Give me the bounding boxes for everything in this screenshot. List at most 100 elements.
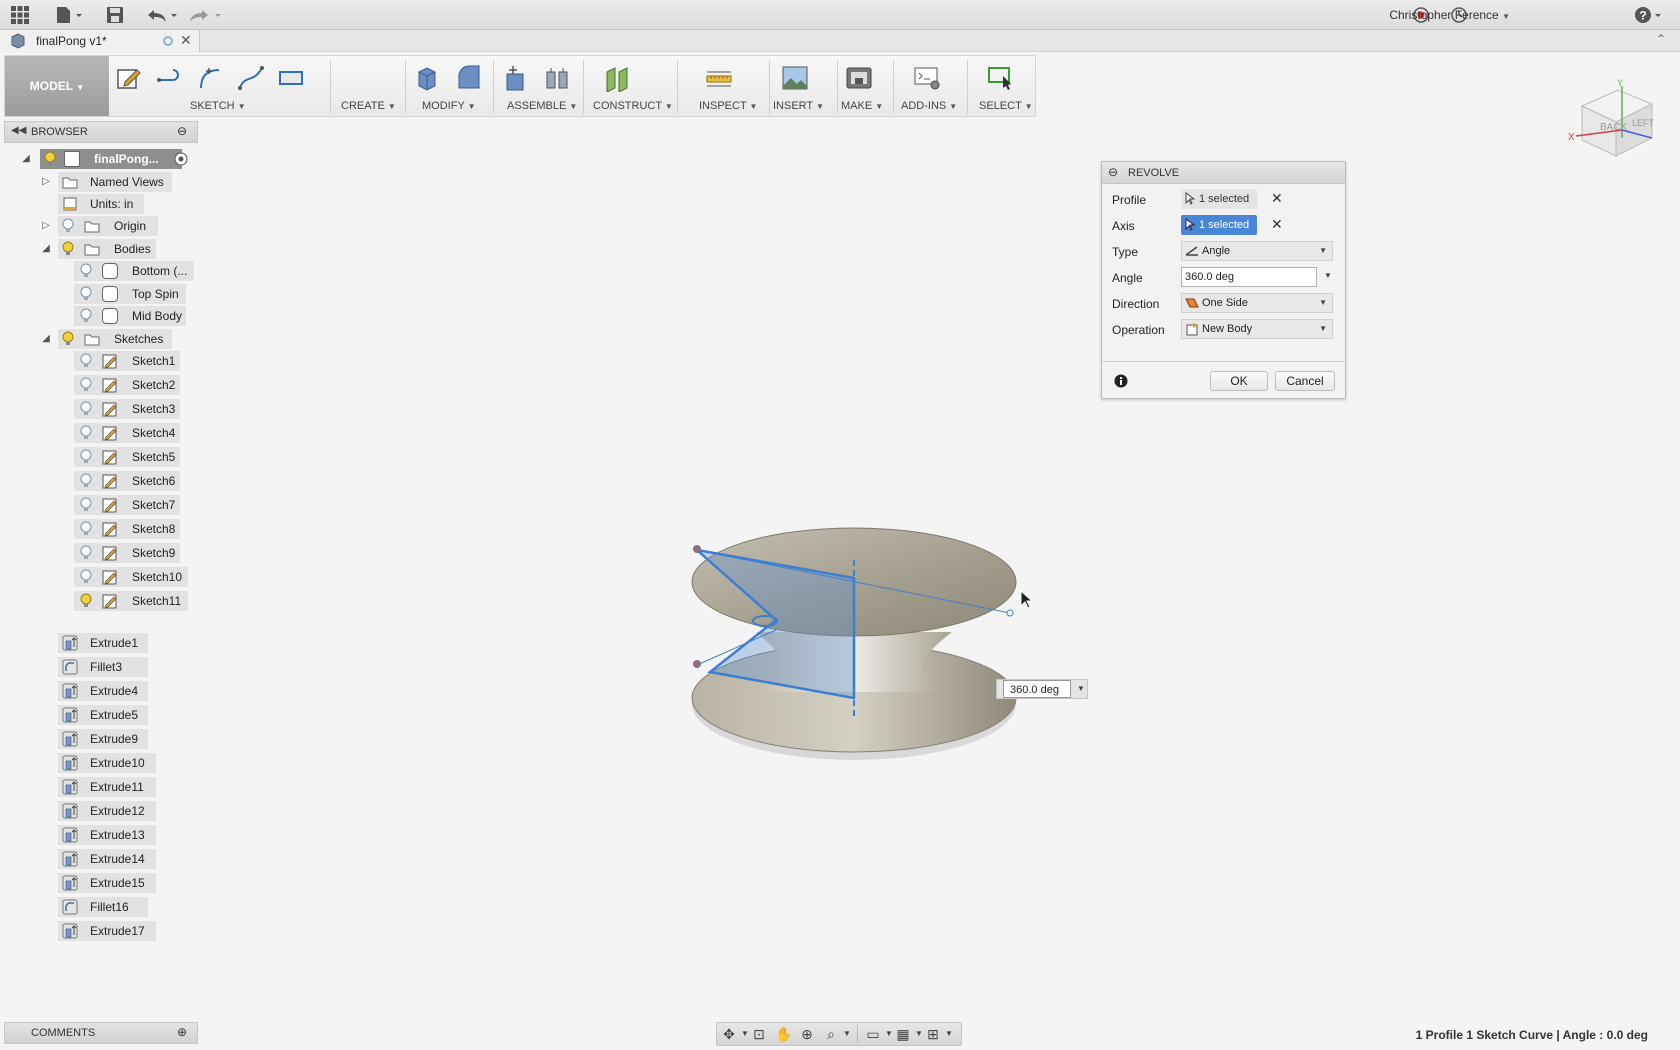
cancel-button[interactable]: Cancel [1275,371,1335,391]
measure-icon[interactable] [705,64,733,92]
tree-sketch-item[interactable]: Sketch7 [74,495,194,515]
expand-triangle-icon[interactable]: ▷ [40,220,52,232]
comments-panel-header[interactable]: COMMENTS ⊕ [4,1022,198,1044]
document-tab[interactable]: finalPong v1* ✕ [0,30,200,52]
lightbulb-on-icon[interactable] [78,593,94,609]
undo-icon[interactable] [146,5,180,25]
fit-icon[interactable]: ⌕ [823,1026,839,1042]
chevron-down-icon[interactable]: ▼ [1077,684,1085,693]
tree-feature-item[interactable]: Fillet16 [58,897,158,917]
tree-sketch-item[interactable]: Sketch3 [74,399,194,419]
grid-icon[interactable]: ▦ [895,1026,911,1042]
orbit-icon[interactable]: ✥ [721,1026,737,1042]
angle-input[interactable]: 360.0 deg [1181,267,1317,287]
tree-sketch-item[interactable]: Sketch8 [74,519,194,539]
new-component-icon[interactable] [501,64,529,92]
insert-group-menu[interactable]: INSERT ▼ [773,100,824,112]
lightbulb-off-icon[interactable] [78,263,94,279]
tree-bodies[interactable]: ◢ Bodies [38,239,198,259]
tree-root[interactable]: ◢ finalPong... [18,149,198,169]
clear-axis-icon[interactable]: ✕ [1271,216,1283,233]
spline-tool-icon[interactable] [237,64,265,92]
lightbulb-off-icon[interactable] [78,308,94,324]
tree-sketch-item[interactable]: Sketch6 [74,471,194,491]
viewports-icon[interactable]: ⊞ [925,1026,941,1042]
profile-select-button[interactable]: 1 selected [1181,189,1257,209]
direction-dropdown[interactable]: One Side ▼ [1181,293,1333,313]
joint-icon[interactable] [543,64,571,92]
collapse-triangle-icon[interactable]: ◢ [40,243,52,255]
redo-icon[interactable] [190,5,224,25]
tree-sketch-item[interactable]: Sketch1 [74,351,194,371]
tree-feature-item[interactable]: Extrude1 [58,633,158,653]
create-group-menu[interactable]: CREATE ▼ [341,100,396,112]
fillet-icon[interactable] [455,64,483,92]
collapse-triangle-icon[interactable]: ◢ [20,153,32,165]
collapse-left-icon[interactable]: ◀◀ [11,125,26,136]
inspect-group-menu[interactable]: INSPECT ▼ [699,100,757,112]
tree-body-item[interactable]: Mid Body [74,306,198,326]
collapse-triangle-icon[interactable]: ◢ [40,333,52,345]
app-grid-icon[interactable] [10,5,30,25]
axis-select-button[interactable]: 1 selected [1181,215,1257,235]
tree-sketch-item[interactable]: Sketch9 [74,543,194,563]
collapse-up-icon[interactable]: ⌃ [1656,32,1666,46]
tree-feature-item[interactable]: Extrude4 [58,681,158,701]
info-icon[interactable] [1114,374,1128,388]
lightbulb-off-icon[interactable] [78,497,94,513]
collapse-dialog-icon[interactable]: ⊖ [1108,165,1118,179]
tree-feature-item[interactable]: Extrude12 [58,801,158,821]
lightbulb-on-icon[interactable] [60,241,76,257]
lightbulb-off-icon[interactable] [78,545,94,561]
select-group-menu[interactable]: SELECT ▼ [979,100,1033,112]
tree-sketch-item[interactable]: Sketch10 [74,567,194,587]
display-settings-icon[interactable]: ▭ [865,1026,881,1042]
tree-feature-item[interactable]: Extrude10 [58,753,158,773]
add-ins-group-menu[interactable]: ADD-INS ▼ [901,100,957,112]
lightbulb-off-icon[interactable] [60,218,76,234]
tree-sketch-item[interactable]: Sketch4 [74,423,194,443]
lightbulb-off-icon[interactable] [78,449,94,465]
expand-triangle-icon[interactable]: ▷ [40,176,52,188]
tree-sketch-item[interactable]: Sketch2 [74,375,194,395]
clear-profile-icon[interactable]: ✕ [1271,190,1283,207]
tree-units[interactable]: Units: in [58,194,158,214]
type-dropdown[interactable]: Angle ▼ [1181,241,1333,261]
file-menu-icon[interactable] [54,5,84,25]
arc-tool-icon[interactable] [195,64,223,92]
save-icon[interactable] [105,5,125,25]
tree-body-item[interactable]: Top Spin [74,284,198,304]
ok-button[interactable]: OK [1210,371,1268,391]
tree-named-views[interactable]: ▷ Named Views [38,172,198,192]
lightbulb-off-icon[interactable] [78,353,94,369]
tree-feature-item[interactable]: Extrude13 [58,825,158,845]
tree-feature-item[interactable]: Extrude14 [58,849,158,869]
tree-origin[interactable]: ▷ Origin [38,216,198,236]
chevron-down-icon[interactable]: ▼ [839,1026,855,1042]
model-viewport[interactable] [680,520,1100,770]
pan-hand-icon[interactable]: ✋ [775,1026,792,1042]
tree-feature-item[interactable]: Extrude5 [58,705,158,725]
lightbulb-off-icon[interactable] [78,521,94,537]
tree-feature-item[interactable]: Extrude15 [58,873,158,893]
zoom-icon[interactable]: ⊕ [799,1026,815,1042]
make-group-menu[interactable]: MAKE ▼ [841,100,883,112]
3d-print-icon[interactable] [845,64,873,92]
chevron-down-icon[interactable]: ▼ [941,1026,957,1042]
chevron-down-icon[interactable]: ▼ [1324,271,1332,280]
add-comment-icon[interactable]: ⊕ [177,1025,187,1039]
lightbulb-off-icon[interactable] [78,569,94,585]
scripts-icon[interactable] [913,64,941,92]
select-icon[interactable] [987,64,1015,92]
offset-plane-icon[interactable] [603,64,631,92]
viewcube[interactable]: BACK LEFT X Y [1566,78,1666,160]
tree-feature-item[interactable]: Fillet3 [58,657,158,677]
close-tab-icon[interactable]: ✕ [180,32,192,49]
tree-body-item[interactable]: Bottom (... [74,261,198,281]
construct-group-menu[interactable]: CONSTRUCT ▼ [593,100,673,112]
workspace-switcher[interactable]: MODEL ▼ [5,56,109,116]
tree-feature-item[interactable]: Extrude9 [58,729,158,749]
create-sketch-icon[interactable] [115,64,143,92]
lightbulb-on-icon[interactable] [60,331,76,347]
lightbulb-off-icon[interactable] [78,425,94,441]
